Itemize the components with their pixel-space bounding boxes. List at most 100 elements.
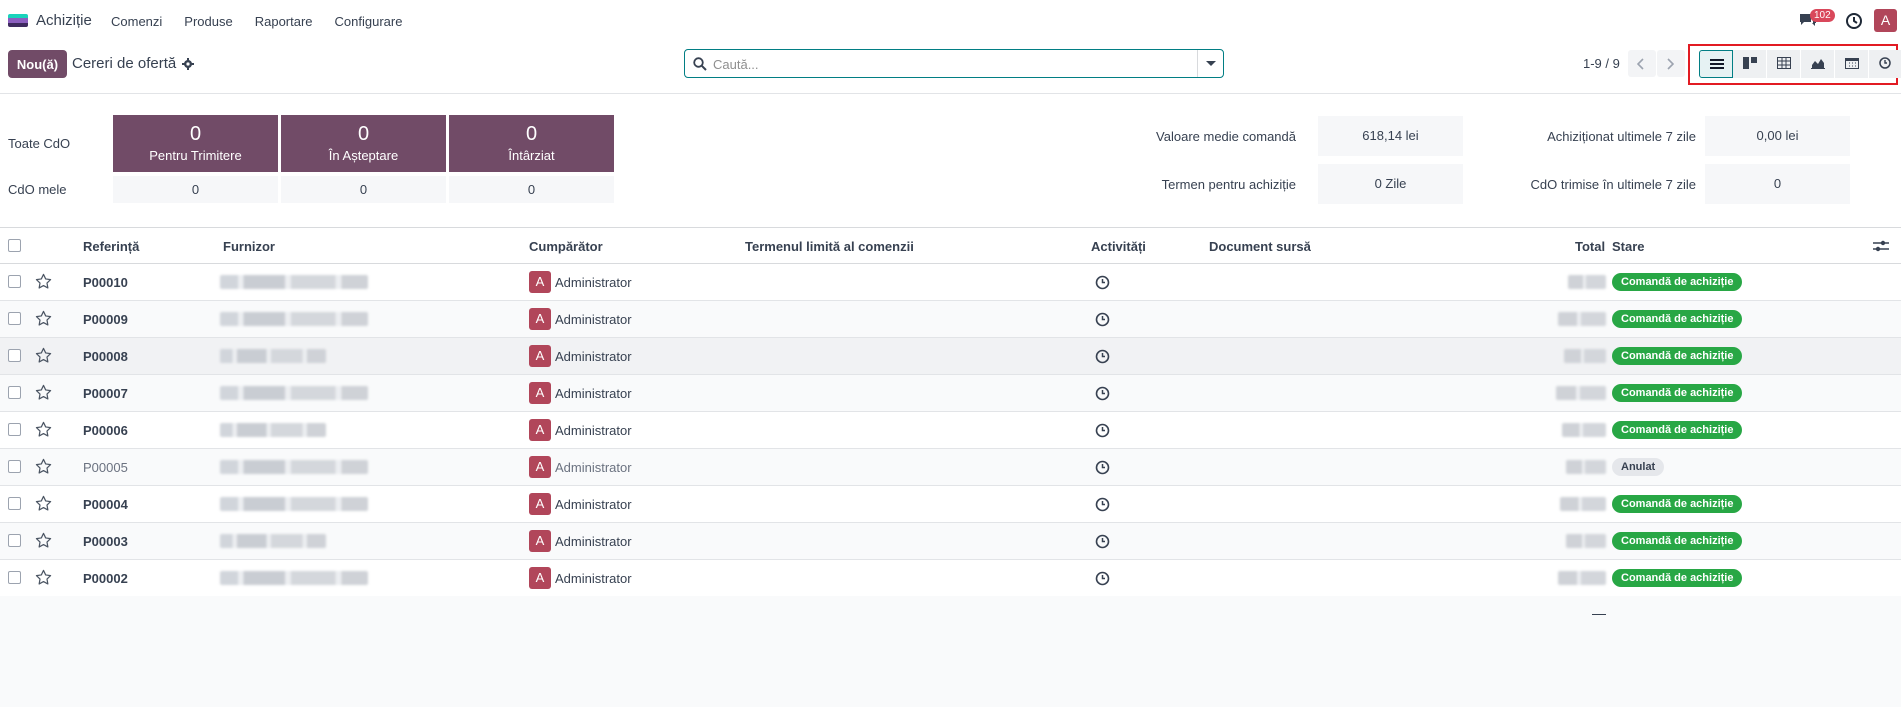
- menu-configurare[interactable]: Configurare: [335, 14, 403, 29]
- col-total[interactable]: Total: [1575, 239, 1605, 254]
- list-view-button[interactable]: [1699, 50, 1733, 78]
- activity-clock-icon[interactable]: [1095, 386, 1110, 401]
- row-checkbox[interactable]: [8, 312, 21, 325]
- search-bar[interactable]: [684, 49, 1224, 78]
- total-sum-dash: [1592, 614, 1606, 615]
- buyer-avatar: A: [529, 530, 551, 552]
- activity-clock-icon[interactable]: [1095, 312, 1110, 327]
- app-logo-icon[interactable]: [8, 14, 28, 27]
- table-row[interactable]: P00002 A Administrator Comandă de achiziție: [0, 560, 1901, 597]
- calendar-view-button[interactable]: [1835, 50, 1869, 78]
- activity-clock-icon[interactable]: [1095, 460, 1110, 475]
- star-icon[interactable]: [35, 458, 52, 475]
- calendar-icon: [1845, 58, 1859, 69]
- select-all-checkbox[interactable]: [8, 239, 21, 252]
- pager-previous-button[interactable]: [1628, 50, 1656, 77]
- col-status[interactable]: Stare: [1612, 239, 1645, 254]
- row-reference: P00004: [83, 497, 128, 512]
- row-checkbox[interactable]: [8, 423, 21, 436]
- tile-to-send[interactable]: 0 Pentru Trimitere: [113, 115, 278, 172]
- table-row[interactable]: P00009 A Administrator Comandă de achiziție: [0, 301, 1901, 338]
- row-checkbox[interactable]: [8, 349, 21, 362]
- table-row[interactable]: P00006 A Administrator Comandă de achiziție: [0, 412, 1901, 449]
- pager-value[interactable]: 1-9 / 9: [1583, 56, 1620, 71]
- row-checkbox[interactable]: [8, 571, 21, 584]
- my-waiting-count[interactable]: 0: [281, 176, 446, 203]
- star-icon[interactable]: [35, 347, 52, 364]
- status-badge: Comandă de achiziție: [1612, 421, 1743, 439]
- table-row[interactable]: P00007 A Administrator Comandă de achiziție: [0, 375, 1901, 412]
- star-icon[interactable]: [35, 532, 52, 549]
- status-badge: Comandă de achiziție: [1612, 569, 1743, 587]
- table-row[interactable]: P00003 A Administrator Comandă de achiziție: [0, 523, 1901, 560]
- activity-clock-icon[interactable]: [1095, 349, 1110, 364]
- row-checkbox[interactable]: [8, 275, 21, 288]
- table-row[interactable]: P00004 A Administrator Comandă de achiziție: [0, 486, 1901, 523]
- col-buyer[interactable]: Cumpărător: [529, 239, 603, 254]
- activity-clock-icon[interactable]: [1095, 497, 1110, 512]
- purchased-7days-label: Achiziționat ultimele 7 zile: [1547, 129, 1696, 144]
- activity-clock-icon[interactable]: [1095, 534, 1110, 549]
- row-buyer: Administrator: [555, 460, 632, 475]
- menu-comenzi[interactable]: Comenzi: [111, 14, 162, 29]
- menu-raportare[interactable]: Raportare: [255, 14, 313, 29]
- menu-produse[interactable]: Produse: [184, 14, 232, 29]
- col-vendor[interactable]: Furnizor: [223, 239, 275, 254]
- search-options-toggle[interactable]: [1197, 50, 1223, 77]
- col-activities[interactable]: Activități: [1091, 239, 1146, 254]
- row-buyer: Administrator: [555, 312, 632, 327]
- my-rfq-label: CdO mele: [8, 182, 67, 197]
- row-total-redacted: [1568, 275, 1606, 289]
- my-late-count[interactable]: 0: [449, 176, 614, 203]
- row-checkbox[interactable]: [8, 534, 21, 547]
- main-menu: Comenzi Produse Raportare Configurare: [111, 14, 424, 29]
- star-icon[interactable]: [35, 384, 52, 401]
- lead-time-label: Termen pentru achiziție: [1161, 177, 1296, 192]
- row-checkbox[interactable]: [8, 460, 21, 473]
- table-row[interactable]: P00005 A Administrator Anulat: [0, 449, 1901, 486]
- status-badge: Comandă de achiziție: [1612, 384, 1743, 402]
- star-icon[interactable]: [35, 273, 52, 290]
- buyer-avatar: A: [529, 567, 551, 589]
- row-buyer: Administrator: [555, 386, 632, 401]
- buyer-avatar: A: [529, 382, 551, 404]
- buyer-avatar: A: [529, 419, 551, 441]
- row-checkbox[interactable]: [8, 497, 21, 510]
- activity-clock-icon[interactable]: [1095, 571, 1110, 586]
- row-total-redacted: [1558, 312, 1606, 326]
- col-source[interactable]: Document sursă: [1209, 239, 1311, 254]
- new-button[interactable]: Nou(ă): [8, 50, 67, 78]
- view-switcher: [1699, 50, 1901, 78]
- user-avatar[interactable]: A: [1874, 9, 1897, 32]
- row-total-redacted: [1562, 423, 1606, 437]
- activity-clock-icon[interactable]: [1845, 12, 1863, 30]
- app-name[interactable]: Achiziție: [36, 12, 92, 29]
- tile-late[interactable]: 0 Întârziat: [449, 115, 614, 172]
- table-row[interactable]: P00010 A Administrator Comandă de achiziție: [0, 264, 1901, 301]
- pager-next-button[interactable]: [1657, 50, 1685, 77]
- row-reference: P00007: [83, 386, 128, 401]
- star-icon[interactable]: [35, 495, 52, 512]
- my-to-send-count[interactable]: 0: [113, 176, 278, 203]
- star-icon[interactable]: [35, 310, 52, 327]
- star-icon[interactable]: [35, 421, 52, 438]
- optional-columns-icon[interactable]: [1873, 239, 1889, 253]
- star-icon[interactable]: [35, 569, 52, 586]
- col-reference[interactable]: Referință: [83, 239, 139, 254]
- tile-waiting[interactable]: 0 În Așteptare: [281, 115, 446, 172]
- activity-clock-icon[interactable]: [1095, 423, 1110, 438]
- buyer-avatar: A: [529, 271, 551, 293]
- page-title: Cereri de ofertă: [72, 55, 177, 72]
- gear-icon[interactable]: [182, 58, 194, 70]
- table-row[interactable]: P00008 A Administrator Comandă de achiziție: [0, 338, 1901, 375]
- kanban-view-button[interactable]: [1733, 50, 1767, 78]
- avg-order-value-label: Valoare medie comandă: [1156, 129, 1296, 144]
- search-input[interactable]: [713, 54, 1173, 74]
- col-deadline[interactable]: Termenul limită al comenzii: [745, 239, 914, 254]
- row-checkbox[interactable]: [8, 386, 21, 399]
- graph-view-button[interactable]: [1801, 50, 1835, 78]
- activity-clock-icon[interactable]: [1095, 275, 1110, 290]
- pivot-view-button[interactable]: [1767, 50, 1801, 78]
- activity-view-button[interactable]: [1869, 50, 1901, 78]
- row-buyer: Administrator: [555, 349, 632, 364]
